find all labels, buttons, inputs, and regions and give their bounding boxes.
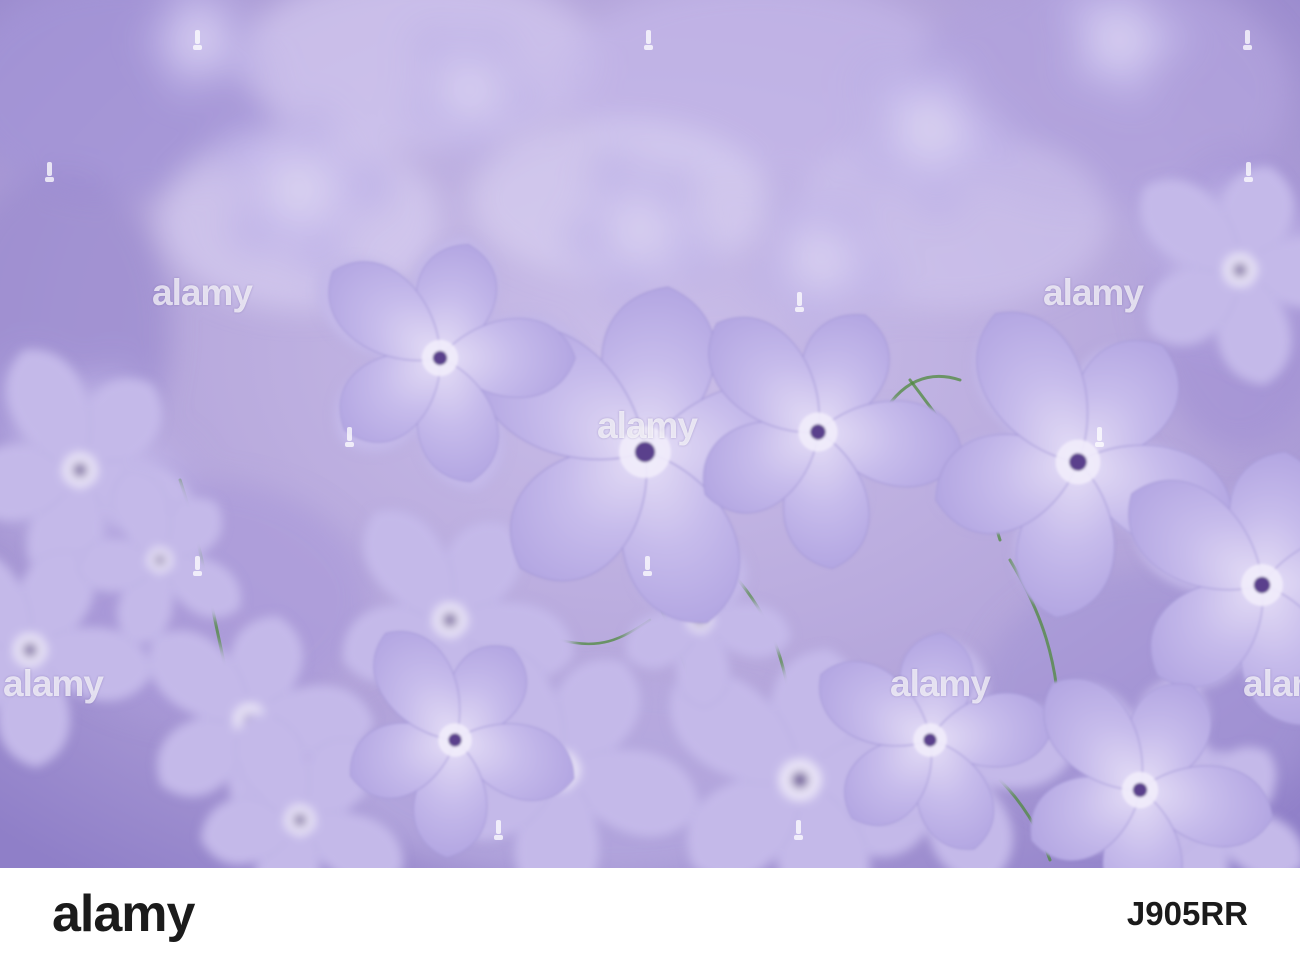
watermark-text: alamy xyxy=(1243,663,1300,704)
footer-bar: alamy J905RR xyxy=(0,868,1300,956)
watermark-text: alamy xyxy=(3,663,104,704)
watermark-text: alamy xyxy=(152,272,253,313)
watermark-mark xyxy=(792,818,805,842)
image-id: J905RR xyxy=(1126,895,1248,932)
watermark-mark xyxy=(1093,425,1106,449)
watermark-mark xyxy=(492,818,505,842)
watermark-mark xyxy=(642,28,655,52)
watermark-text: alamy xyxy=(597,405,698,446)
watermark-mark xyxy=(1241,28,1254,52)
watermark-text: alamy xyxy=(890,663,991,704)
watermark-mark xyxy=(641,554,654,578)
watermark-mark xyxy=(191,554,204,578)
watermark-text: alamy xyxy=(1043,272,1144,313)
watermark-mark xyxy=(793,290,806,314)
watermark-mark xyxy=(343,425,356,449)
photo: alamy alamy alamy alamy alamy alamy xyxy=(0,0,1300,868)
watermark-mark xyxy=(191,28,204,52)
footer-logo: alamy xyxy=(52,885,195,943)
watermark-mark xyxy=(1242,160,1255,184)
watermark-mark xyxy=(43,160,56,184)
